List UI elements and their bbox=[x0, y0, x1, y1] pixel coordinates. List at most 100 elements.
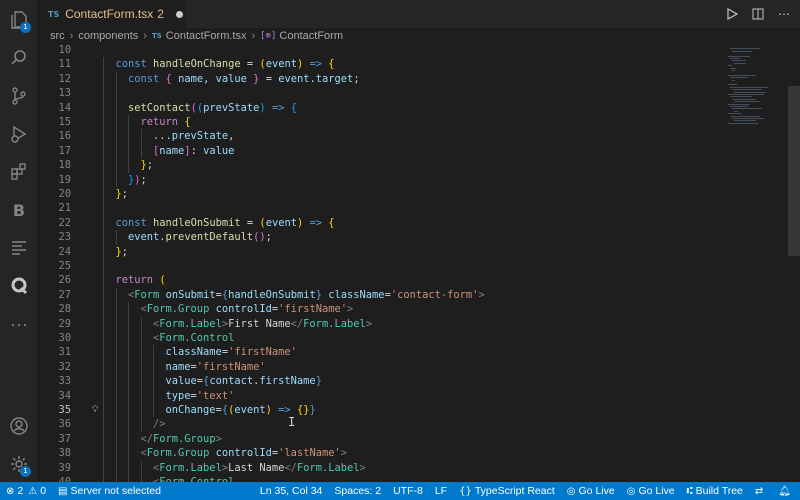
code-line[interactable]: 38 <Form.Group controlId='lastName'> bbox=[38, 446, 722, 461]
code-line[interactable]: 29 <Form.Label>First Name</Form.Label> bbox=[38, 316, 722, 331]
run-debug-icon[interactable] bbox=[0, 116, 38, 152]
code-text: <Form.Group controlId='lastName'> bbox=[140, 447, 348, 460]
source-control-icon[interactable] bbox=[0, 78, 38, 114]
code-line[interactable]: 12 const { name, value } = event.target; bbox=[38, 71, 722, 87]
q-extension-icon[interactable] bbox=[0, 268, 38, 304]
code-line[interactable]: 36 /> bbox=[38, 417, 722, 432]
explorer-badge: 1 bbox=[20, 22, 31, 33]
more-icon[interactable]: ··· bbox=[0, 306, 38, 342]
code-line[interactable]: 23 event.preventDefault(); bbox=[38, 230, 722, 245]
line-number: 12 bbox=[58, 72, 71, 85]
code-line[interactable]: 26 return ( bbox=[38, 273, 722, 288]
code-line[interactable]: 35 onChange={(event) => {}} 💡︎ bbox=[38, 403, 722, 418]
build-tree-button[interactable]: ⑆ Build Tree bbox=[681, 482, 749, 500]
code-line[interactable]: 24}; bbox=[38, 244, 722, 259]
breadcrumb-src[interactable]: src bbox=[50, 30, 65, 42]
indent-guide bbox=[140, 388, 142, 403]
language-mode[interactable]: {} TypeScript React bbox=[453, 482, 561, 500]
code-line[interactable]: 33 value={contact.firstName} bbox=[38, 374, 722, 389]
minimap-line bbox=[732, 118, 764, 119]
code-line[interactable]: 17 [name]: value bbox=[38, 143, 722, 159]
tab-contactform[interactable]: TS ContactForm.tsx 2 bbox=[38, 0, 186, 28]
breadcrumb-file[interactable]: ContactForm.tsx bbox=[166, 30, 247, 42]
go-live-button-2[interactable]: ◎ Go Live bbox=[621, 482, 681, 500]
scrollbar-thumb[interactable] bbox=[788, 86, 800, 256]
minimap-line bbox=[732, 70, 735, 71]
code-line[interactable]: 20}; bbox=[38, 187, 722, 202]
code-text: event.preventDefault(); bbox=[128, 231, 272, 244]
indent-guide bbox=[153, 345, 154, 360]
indent-guide bbox=[115, 302, 117, 317]
code-line[interactable]: 32 name='firstName' bbox=[38, 359, 722, 375]
unsaved-dot-icon[interactable] bbox=[175, 10, 183, 18]
encoding[interactable]: UTF-8 bbox=[387, 482, 429, 500]
cursor-position[interactable]: Ln 35, Col 34 bbox=[254, 482, 328, 500]
indent-guide bbox=[103, 417, 104, 432]
account-icon[interactable] bbox=[0, 408, 38, 444]
split-editor-icon[interactable] bbox=[750, 6, 766, 22]
code-line[interactable]: 40 <Form.Control bbox=[38, 475, 722, 482]
code-text: return { bbox=[140, 116, 191, 128]
end-of-line[interactable]: LF bbox=[429, 482, 453, 500]
code-editor[interactable]: 10 11 const handleOnChange = (event) => {1… bbox=[38, 44, 722, 482]
code-line[interactable]: 18}; bbox=[38, 158, 722, 173]
run-icon[interactable] bbox=[724, 6, 740, 22]
explorer-icon[interactable]: 1 bbox=[0, 2, 38, 38]
minimap-line bbox=[732, 79, 735, 81]
code-line[interactable]: 34 type='text' bbox=[38, 388, 722, 403]
code-line[interactable]: 31 className='firstName' bbox=[38, 345, 722, 360]
indent-guide bbox=[103, 359, 104, 375]
minimap-line bbox=[728, 122, 758, 124]
code-line[interactable]: 15 return { bbox=[38, 115, 722, 130]
minimap-line bbox=[734, 101, 760, 103]
indent-guide bbox=[103, 446, 104, 461]
indent-guide bbox=[115, 129, 117, 144]
code-line[interactable]: 30 <Form.Control bbox=[38, 331, 722, 346]
code-line[interactable]: 16 ...prevState, bbox=[38, 129, 722, 144]
braces-icon: {} bbox=[459, 485, 472, 497]
code-line[interactable]: 39 <Form.Label>Last Name</Form.Label> bbox=[38, 460, 722, 475]
code-line[interactable]: 11 const handleOnChange = (event) => { bbox=[38, 57, 722, 72]
indent-guide bbox=[103, 115, 104, 130]
indent-guide bbox=[140, 331, 142, 346]
code-line[interactable]: 27 <Form onSubmit={handleOnSubmit} classN… bbox=[38, 287, 722, 303]
vertical-scrollbar[interactable] bbox=[788, 44, 800, 482]
lightbulb-icon[interactable]: 💡︎ bbox=[92, 405, 101, 415]
settings-gear-icon[interactable]: 1 bbox=[0, 446, 38, 482]
b-extension-icon[interactable]: B bbox=[0, 192, 38, 228]
indent-guide bbox=[115, 158, 117, 173]
search-icon[interactable] bbox=[0, 40, 38, 76]
code-line[interactable]: 13 bbox=[38, 86, 722, 101]
server-status[interactable]: ▤ Server not selected bbox=[52, 482, 167, 500]
indent-guide bbox=[115, 446, 117, 461]
code-line[interactable]: 21 bbox=[38, 201, 722, 216]
code-line[interactable]: 28 <Form.Group controlId='firstName'> bbox=[38, 302, 722, 317]
extensions-icon[interactable] bbox=[0, 154, 38, 190]
breadcrumb-components[interactable]: components bbox=[78, 30, 138, 42]
indent-guide bbox=[128, 417, 129, 432]
go-live-button[interactable]: ◎ Go Live bbox=[561, 482, 621, 500]
code-text: const handleOnSubmit = (event) => { bbox=[115, 216, 335, 229]
code-text: const handleOnChange = (event) => { bbox=[115, 58, 335, 71]
code-line[interactable]: 14 setContact((prevState) => { bbox=[38, 100, 722, 115]
code-text: <Form.Group controlId='firstName'> bbox=[140, 303, 354, 316]
more-actions-icon[interactable]: ⋯ bbox=[776, 6, 792, 22]
code-line[interactable]: 37 </Form.Group> bbox=[38, 431, 722, 447]
indentation[interactable]: Spaces: 2 bbox=[328, 482, 387, 500]
list-icon[interactable] bbox=[0, 230, 38, 266]
problems-status[interactable]: ⊗ 2 ⚠ 0 bbox=[0, 482, 52, 500]
code-line[interactable]: 19}); bbox=[38, 172, 722, 187]
indent-guide bbox=[115, 431, 117, 447]
indent-guide bbox=[128, 431, 129, 447]
minimap[interactable] bbox=[722, 44, 788, 482]
feedback-icon[interactable]: ⇄ bbox=[749, 482, 772, 500]
indent-guide bbox=[153, 359, 154, 375]
indent-guide bbox=[103, 431, 104, 447]
indent-guide bbox=[115, 316, 117, 331]
code-line[interactable]: 25 bbox=[38, 259, 722, 274]
minimap-line bbox=[734, 62, 746, 64]
code-line[interactable]: 22 const handleOnSubmit = (event) => { bbox=[38, 215, 722, 231]
notifications-bell-icon[interactable]: 🔔︎ bbox=[772, 482, 800, 500]
breadcrumb-symbol[interactable]: ContactForm bbox=[279, 30, 343, 42]
code-line[interactable]: 10 bbox=[38, 44, 722, 57]
